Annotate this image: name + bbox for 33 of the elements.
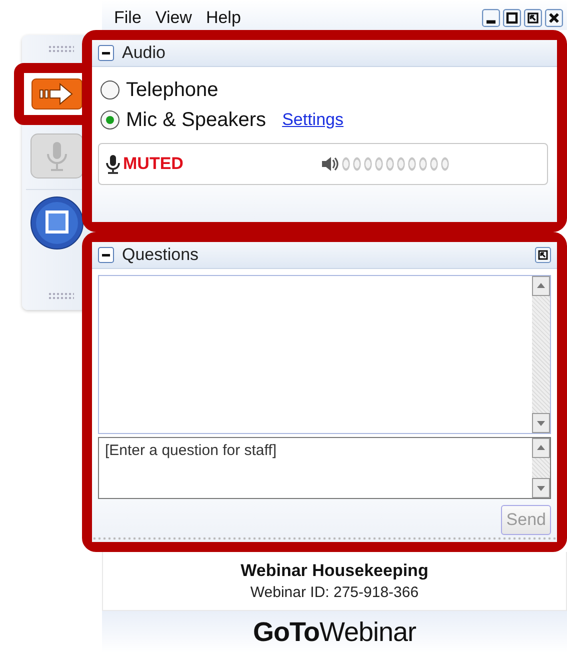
arrow-button[interactable] — [31, 78, 83, 110]
panel-title: Audio — [122, 43, 166, 63]
menu-item[interactable]: View — [155, 2, 192, 28]
webinar-title: Webinar Housekeeping — [240, 561, 428, 581]
radio-button[interactable] — [100, 110, 120, 130]
panel-title: Questions — [122, 245, 199, 265]
maximize-button[interactable] — [503, 9, 521, 27]
scroll-down-button[interactable] — [532, 413, 550, 433]
scroll-up-button[interactable] — [532, 438, 550, 458]
grip-handle[interactable] — [48, 292, 74, 300]
scrollbar[interactable] — [532, 276, 550, 433]
speaker-icon — [321, 155, 339, 173]
pop-out-button[interactable] — [535, 247, 551, 263]
webinar-id: Webinar ID: 275-918-366 — [250, 584, 419, 601]
restore-icon[interactable] — [524, 9, 542, 27]
mute-status: MUTED — [123, 154, 184, 174]
menu-item[interactable]: File — [114, 2, 142, 28]
radio-label[interactable]: Mic & Speakers — [126, 108, 266, 132]
collapse-button[interactable] — [98, 247, 114, 263]
menu-item[interactable]: Help — [206, 2, 241, 28]
radio-label[interactable]: Telephone — [126, 78, 218, 102]
radio-button[interactable] — [100, 80, 120, 100]
logo: GoToWebinar — [252, 616, 416, 648]
minimize-button[interactable] — [482, 9, 500, 27]
screen-button[interactable] — [30, 196, 84, 250]
collapse-button[interactable] — [98, 45, 114, 61]
microphone-icon — [105, 154, 121, 174]
scrollbar[interactable] — [532, 438, 550, 498]
grip-handle[interactable] — [48, 45, 74, 53]
close-button[interactable] — [545, 9, 563, 27]
scroll-up-button[interactable] — [532, 276, 550, 296]
settings-link[interactable]: Settings — [282, 110, 344, 130]
scroll-down-button[interactable] — [532, 478, 550, 498]
